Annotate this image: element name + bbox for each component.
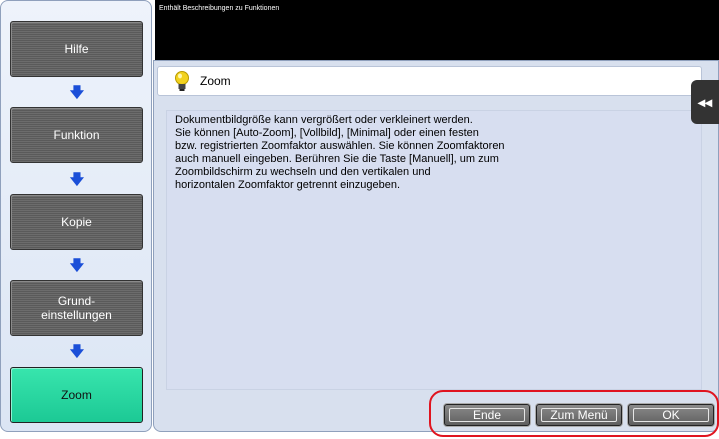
ende-label: Ende <box>472 408 502 422</box>
nav-item-kopie[interactable]: Kopie <box>10 194 143 250</box>
nav-item-grundeinstellungen[interactable]: Grund- einstellungen <box>10 280 143 336</box>
nav-item-label: Grund- einstellungen <box>41 294 112 322</box>
nav-item-label: Hilfe <box>64 42 89 56</box>
title-bar: Zoom <box>157 66 702 96</box>
description-box: Dokumentbildgröße kann vergrößert oder v… <box>166 110 702 390</box>
nav-item-hilfe[interactable]: Hilfe <box>10 21 143 77</box>
ende-button[interactable]: Ende <box>444 404 530 426</box>
side-tab-glyph: ◂◂ <box>697 93 713 110</box>
header-bar: Enthält Beschreibungen zu Funktionen <box>155 0 719 60</box>
nav-item-funktion[interactable]: Funktion <box>10 107 143 163</box>
nav-item-label: Funktion <box>53 128 100 142</box>
lightbulb-icon <box>175 71 189 91</box>
nav-item-label: Kopie <box>61 215 92 229</box>
nav-item-zoom[interactable]: Zoom <box>10 367 143 423</box>
zum-menu-label: Zum Menü <box>550 408 608 422</box>
page-title: Zoom <box>200 74 231 88</box>
ok-button[interactable]: OK <box>628 404 714 426</box>
header-description: Enthält Beschreibungen zu Funktionen <box>159 5 280 12</box>
arrow-down-icon: 🡇 <box>69 171 85 187</box>
arrow-down-icon: 🡇 <box>69 257 85 273</box>
zum-menu-button[interactable]: Zum Menü <box>536 404 622 426</box>
arrow-down-icon: 🡇 <box>69 343 85 359</box>
ok-label: OK <box>662 408 680 422</box>
double-chevron-left-icon[interactable]: ◂◂ <box>691 80 719 124</box>
help-navigation-panel: Hilfe 🡇 Funktion 🡇 Kopie 🡇 Grund- einste… <box>0 0 152 432</box>
nav-item-label: Zoom <box>61 388 92 402</box>
arrow-down-icon: 🡇 <box>69 84 85 100</box>
description-text: Dokumentbildgröße kann vergrößert oder v… <box>175 114 505 191</box>
